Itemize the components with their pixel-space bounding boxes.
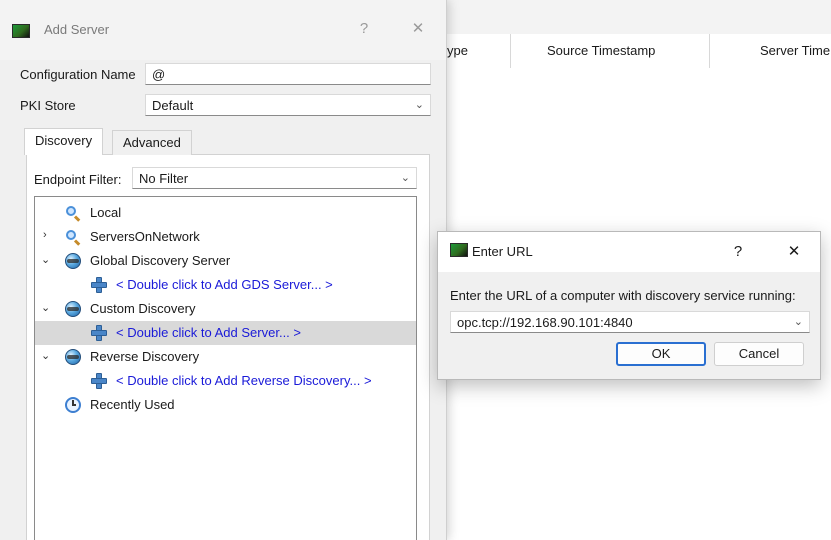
app-icon (450, 243, 468, 257)
column-header-server-time[interactable]: Server Time (760, 34, 831, 68)
column-header-source-timestamp[interactable]: Source Timestamp (547, 34, 707, 68)
tab-discovery[interactable]: Discovery (24, 128, 104, 155)
globe-icon (65, 253, 81, 269)
add-plus-icon (91, 277, 107, 293)
tree-item-add-server[interactable]: < Double click to Add Server... > (35, 321, 416, 345)
tree-item-add-reverse-discovery[interactable]: < Double click to Add Reverse Discovery.… (35, 369, 416, 393)
column-divider (510, 34, 511, 68)
add-server-titlebar[interactable]: Add Server ? ✕ (0, 0, 446, 60)
tree-item-label: < Double click to Add Reverse Discovery.… (116, 373, 372, 388)
globe-icon (65, 349, 81, 365)
close-button[interactable]: ✕ (782, 241, 806, 263)
pki-store-value: Default (152, 98, 194, 113)
pki-store-label: PKI Store (20, 98, 76, 113)
chevron-down-icon: ⌄ (400, 172, 410, 184)
expand-arrow-icon[interactable]: › (43, 229, 55, 241)
endpoint-filter-label: Endpoint Filter: (34, 172, 122, 187)
tree-item-label: Custom Discovery (90, 301, 196, 316)
background-toolbar (440, 0, 831, 34)
discovery-tree[interactable]: Local › ServersOnNetwork ⌄ Global Discov… (34, 196, 417, 540)
url-value: opc.tcp://192.168.90.101:4840 (457, 315, 633, 330)
column-divider (709, 34, 710, 68)
tree-item-label: ServersOnNetwork (90, 229, 200, 244)
configuration-name-field[interactable]: @ (145, 63, 431, 85)
tree-item-label: Recently Used (90, 397, 175, 412)
url-prompt-label: Enter the URL of a computer with discove… (450, 288, 796, 303)
app-icon (12, 24, 30, 38)
tree-item-label: < Double click to Add Server... > (116, 325, 301, 340)
close-button[interactable]: ✕ (406, 18, 430, 40)
tree-item-label: Local (90, 205, 122, 220)
tree-item-label: Global Discovery Server (90, 253, 231, 268)
tree-item-label: < Double click to Add GDS Server... > (116, 277, 333, 292)
chevron-down-icon: ⌄ (414, 99, 424, 111)
collapse-arrow-icon[interactable]: ⌄ (41, 301, 53, 314)
enter-url-titlebar[interactable]: Enter URL ? ✕ (438, 232, 820, 272)
column-header-type[interactable]: ype (447, 34, 507, 68)
tree-item-local[interactable]: Local (35, 201, 416, 225)
tree-item-add-gds-server[interactable]: < Double click to Add GDS Server... > (35, 273, 416, 297)
help-button[interactable]: ? (352, 18, 376, 40)
cancel-button[interactable]: Cancel (714, 342, 804, 366)
globe-icon (65, 301, 81, 317)
dialog-title: Enter URL (472, 244, 533, 259)
search-icon (65, 205, 81, 222)
ok-button[interactable]: OK (616, 342, 706, 366)
tree-item-custom-discovery[interactable]: ⌄ Custom Discovery (35, 297, 416, 321)
clock-icon (65, 397, 81, 413)
add-plus-icon (91, 325, 107, 341)
collapse-arrow-icon[interactable]: ⌄ (41, 349, 53, 362)
help-button[interactable]: ? (726, 241, 750, 263)
tree-item-recently-used[interactable]: Recently Used (35, 393, 416, 417)
add-plus-icon (91, 373, 107, 389)
enter-url-dialog: Enter URL ? ✕ Enter the URL of a compute… (437, 231, 821, 380)
tree-item-reverse-discovery[interactable]: ⌄ Reverse Discovery (35, 345, 416, 369)
tree-item-label: Reverse Discovery (90, 349, 200, 364)
tab-advanced[interactable]: Advanced (112, 130, 192, 155)
tree-item-global-discovery-server[interactable]: ⌄ Global Discovery Server (35, 249, 416, 273)
configuration-name-label: Configuration Name (20, 67, 136, 82)
add-server-dialog: Add Server ? ✕ Configuration Name @ PKI … (0, 0, 447, 540)
chevron-down-icon[interactable]: ⌄ (794, 312, 803, 333)
url-input[interactable]: opc.tcp://192.168.90.101:4840 ⌄ (450, 311, 810, 333)
collapse-arrow-icon[interactable]: ⌄ (41, 253, 53, 266)
endpoint-filter-dropdown[interactable]: No Filter ⌄ (132, 167, 417, 189)
endpoint-filter-value: No Filter (139, 171, 189, 186)
dialog-title: Add Server (44, 22, 110, 37)
search-icon (65, 229, 81, 246)
tree-item-servers-on-network[interactable]: › ServersOnNetwork (35, 225, 416, 249)
pki-store-dropdown[interactable]: Default ⌄ (145, 94, 431, 116)
